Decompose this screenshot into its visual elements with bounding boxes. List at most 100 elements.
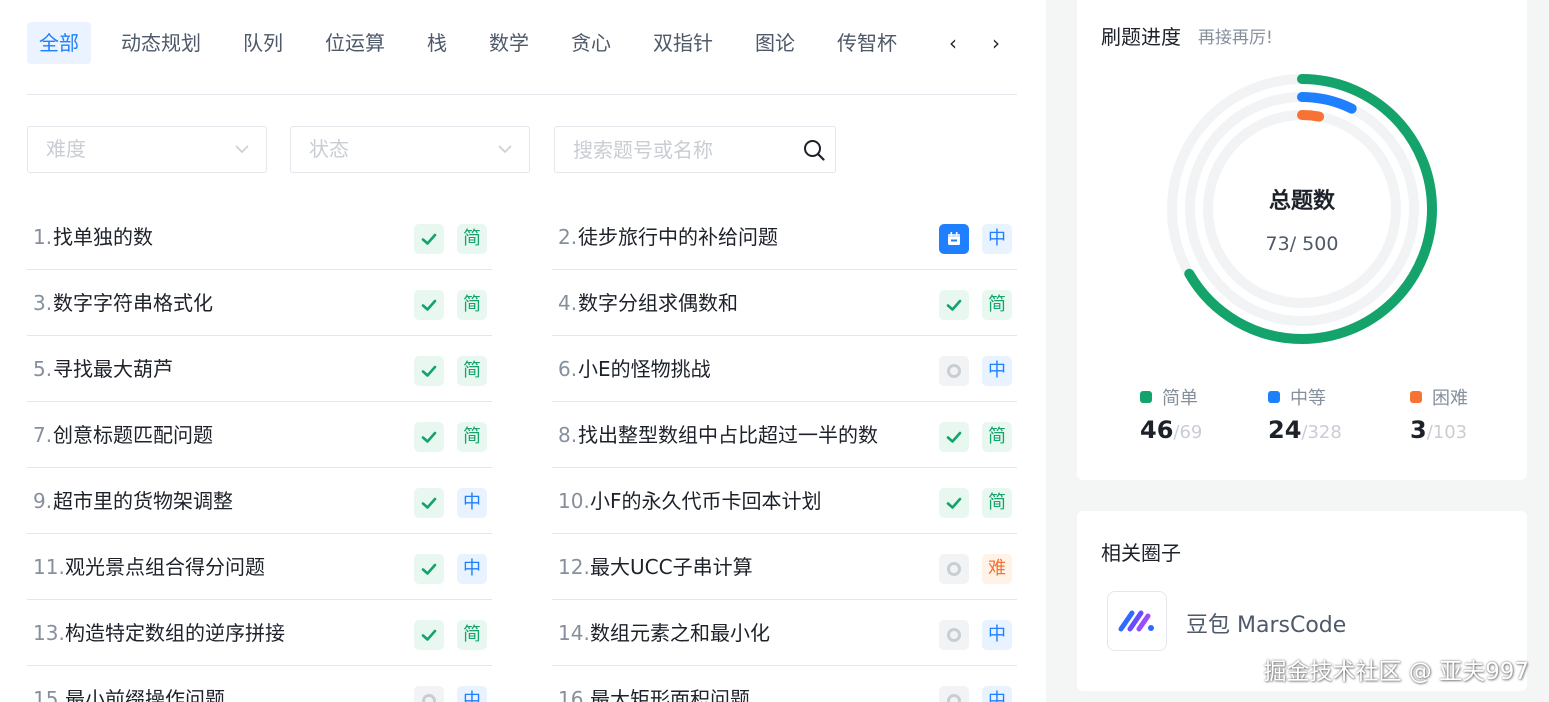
difficulty-select[interactable]: 难度 (27, 126, 267, 173)
check-icon (414, 488, 444, 518)
problem-row[interactable]: 10. 小F的永久代币卡回本计划 简 (552, 468, 1017, 534)
problem-title[interactable]: 找单独的数 (53, 204, 153, 270)
tab-graph[interactable]: 图论 (743, 22, 807, 64)
problem-row[interactable]: 4. 数字分组求偶数和 简 (552, 270, 1017, 336)
check-icon (939, 290, 969, 320)
problem-row[interactable]: 15. 最小前缀操作问题中 (27, 666, 492, 702)
difficulty-badge: 简 (457, 290, 487, 320)
problem-title[interactable]: 数组元素之和最小化 (590, 600, 770, 666)
problem-number: 6. (558, 357, 578, 381)
total-count: 73/ 500 (1265, 233, 1339, 255)
problem-title[interactable]: 徒步旅行中的补给问题 (578, 204, 778, 270)
problem-row[interactable]: 2. 徒步旅行中的补给问题 中 (552, 204, 1017, 270)
circle-name-link[interactable]: 豆包 MarsCode (1186, 607, 1346, 639)
problem-number: 4. (558, 291, 578, 315)
check-icon (414, 422, 444, 452)
progress-title: 刷题进度 (1101, 25, 1181, 49)
progress-card: 刷题进度 再接再厉! 总题数 73/ 500 简单 46/69 中等 24/32… (1077, 0, 1527, 480)
problem-title[interactable]: 小F的永久代币卡回本计划 (590, 468, 822, 534)
problem-row[interactable]: 9. 超市里的货物架调整 中 (27, 468, 492, 534)
problem-row[interactable]: 14. 数组元素之和最小化 中 (552, 600, 1017, 666)
hard-total: /103 (1426, 422, 1468, 443)
problem-title[interactable]: 寻找最大葫芦 (53, 336, 173, 402)
progress-subtitle: 再接再厉! (1198, 28, 1273, 48)
check-icon (939, 488, 969, 518)
tabs-prev-arrow-icon[interactable]: ‹ (940, 22, 966, 64)
problem-number: 11. (33, 555, 65, 579)
medium-dot-icon (1268, 391, 1280, 403)
problem-title[interactable]: 最大矩形面积问题 (590, 666, 750, 702)
problem-number: 2. (558, 225, 578, 249)
search-box (554, 126, 836, 173)
problem-title[interactable]: 小E的怪物挑战 (578, 336, 711, 402)
difficulty-badge: 中 (982, 356, 1012, 386)
tab-stack[interactable]: 栈 (415, 22, 459, 64)
status-select[interactable]: 状态 (290, 126, 530, 173)
tabs-next-arrow-icon[interactable]: › (983, 22, 1009, 64)
problem-title[interactable]: 找出整型数组中占比超过一半的数 (578, 402, 878, 468)
medium-solved: 24 (1268, 416, 1302, 444)
check-icon (414, 290, 444, 320)
check-icon (939, 422, 969, 452)
search-input[interactable] (555, 127, 785, 172)
category-tabs: 全部 动态规划 队列 位运算 栈 数学 贪心 双指针 图论 传智杯 (27, 22, 927, 64)
problem-title[interactable]: 最大UCC子串计算 (590, 534, 753, 600)
difficulty-badge: 简 (457, 224, 487, 254)
problem-row[interactable]: 11. 观光景点组合得分问题 中 (27, 534, 492, 600)
check-icon (414, 554, 444, 584)
not-started-circle-icon (939, 620, 969, 650)
search-icon[interactable] (803, 139, 825, 161)
medium-total: /328 (1301, 422, 1342, 443)
difficulty-badge: 简 (982, 488, 1012, 518)
difficulty-badge: 简 (982, 290, 1012, 320)
problem-row[interactable]: 8. 找出整型数组中占比超过一半的数 简 (552, 402, 1017, 468)
hard-label: 困难 (1432, 388, 1468, 409)
tab-all[interactable]: 全部 (27, 22, 91, 64)
problem-number: 9. (33, 489, 53, 513)
not-started-circle-icon (939, 554, 969, 584)
problem-title[interactable]: 观光景点组合得分问题 (65, 534, 265, 600)
tab-math[interactable]: 数学 (477, 22, 541, 64)
not-started-circle-icon (939, 356, 969, 386)
problem-title[interactable]: 构造特定数组的逆序拼接 (65, 600, 285, 666)
status-select-placeholder: 状态 (309, 137, 349, 161)
problem-number: 8. (558, 423, 578, 447)
problem-title[interactable]: 最小前缀操作问题 (65, 666, 225, 702)
legend-hard: 困难 3/103 (1410, 384, 1468, 444)
problem-row[interactable]: 5. 寻找最大葫芦 简 (27, 336, 492, 402)
problem-title[interactable]: 数字分组求偶数和 (578, 270, 738, 336)
difficulty-select-placeholder: 难度 (46, 137, 86, 161)
problem-row[interactable]: 3. 数字字符串格式化 简 (27, 270, 492, 336)
problem-row[interactable]: 6. 小E的怪物挑战 中 (552, 336, 1017, 402)
problem-number: 1. (33, 225, 53, 249)
problem-number: 7. (33, 423, 53, 447)
marscode-logo-icon[interactable] (1107, 591, 1167, 651)
difficulty-badge: 简 (982, 422, 1012, 452)
tab-bit-manipulation[interactable]: 位运算 (313, 22, 397, 64)
problem-row[interactable]: 12. 最大UCC子串计算 难 (552, 534, 1017, 600)
legend-easy: 简单 46/69 (1140, 384, 1202, 444)
circles-title: 相关圈子 (1101, 541, 1181, 565)
problem-number: 15. (33, 687, 65, 702)
chevron-down-icon (498, 145, 512, 154)
problem-title[interactable]: 创意标题匹配问题 (53, 402, 213, 468)
problem-list-panel: 全部 动态规划 队列 位运算 栈 数学 贪心 双指针 图论 传智杯 ‹ › 难度… (0, 0, 1046, 702)
not-started-circle-icon (939, 686, 969, 702)
problem-title[interactable]: 数字字符串格式化 (53, 270, 213, 336)
problem-row[interactable]: 16. 最大矩形面积问题中 (552, 666, 1017, 702)
easy-solved: 46 (1140, 416, 1174, 444)
problem-row[interactable]: 13. 构造特定数组的逆序拼接 简 (27, 600, 492, 666)
problem-number: 13. (33, 621, 65, 645)
problem-number: 16. (558, 687, 590, 702)
tab-two-pointers[interactable]: 双指针 (641, 22, 725, 64)
difficulty-badge: 中 (457, 488, 487, 518)
tab-chuanzhi-cup[interactable]: 传智杯 (825, 22, 909, 64)
hard-dot-icon (1410, 391, 1422, 403)
tab-greedy[interactable]: 贪心 (559, 22, 623, 64)
problem-row[interactable]: 7. 创意标题匹配问题 简 (27, 402, 492, 468)
problem-row[interactable]: 1. 找单独的数 简 (27, 204, 492, 270)
tab-dynamic-programming[interactable]: 动态规划 (109, 22, 213, 64)
difficulty-badge: 中 (982, 224, 1012, 254)
tab-queue[interactable]: 队列 (231, 22, 295, 64)
problem-title[interactable]: 超市里的货物架调整 (53, 468, 233, 534)
